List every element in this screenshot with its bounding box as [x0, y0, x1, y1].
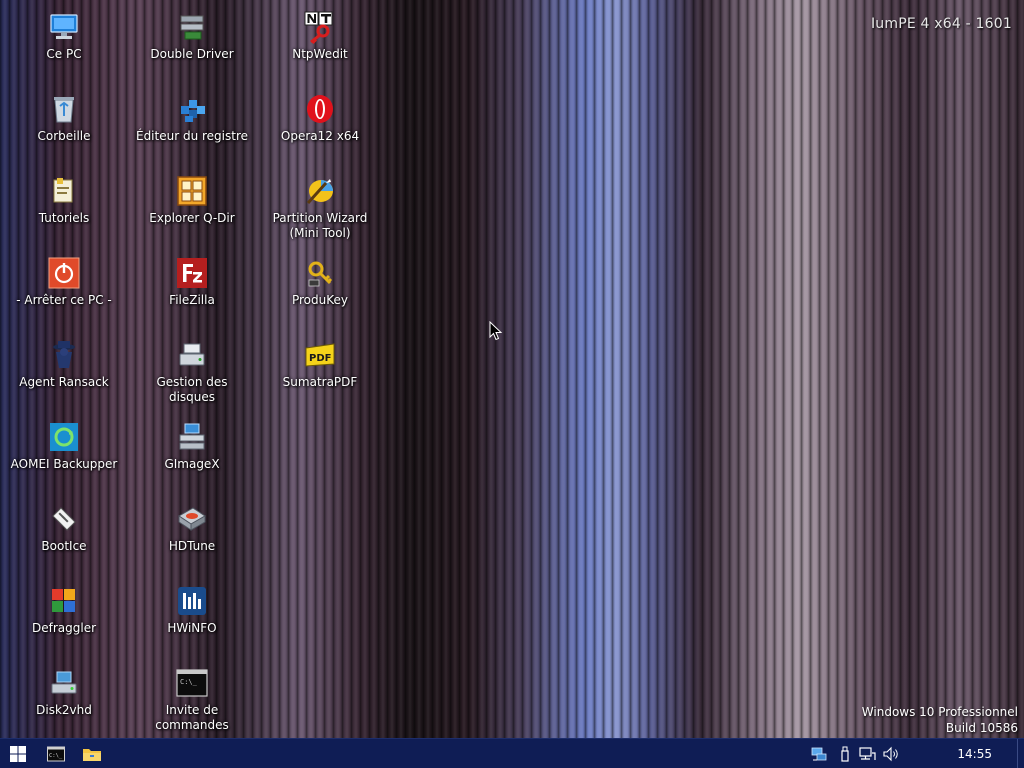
agent-ransack-icon	[53, 341, 75, 368]
produkey-icon	[308, 261, 333, 287]
desktop-icon-sumatrapdf[interactable]: PDF SumatraPDF	[258, 334, 382, 412]
gimagex-icon	[179, 423, 205, 450]
hdtune-icon	[178, 507, 206, 531]
power-icon	[48, 257, 80, 289]
desktop-icon-registry-editor[interactable]: Éditeur du registre	[130, 88, 254, 166]
network-share-icon[interactable]	[810, 745, 828, 763]
aomei-backupper-icon	[50, 423, 78, 451]
desktop-icon-label: AOMEI Backupper	[10, 457, 118, 471]
desktop-icon-gimagex[interactable]: GImageX	[130, 416, 254, 494]
cmd-icon: C:\_	[47, 746, 65, 762]
pe-version-watermark: IumPE 4 x64 - 1601	[870, 16, 1012, 32]
sumatrapdf-icon: PDF	[305, 343, 335, 367]
partition-wizard-icon	[306, 179, 333, 205]
svg-text:C:\_: C:\_	[49, 753, 63, 759]
desktop-icon-label: NtpWedit	[292, 47, 348, 61]
os-name-label: Windows 10 Professionnel	[861, 705, 1018, 719]
desktop-icon-label: Invite de commandes	[155, 703, 229, 732]
os-build-label: Build 10586	[945, 721, 1018, 735]
desktop-icon-label: Double Driver	[150, 47, 234, 61]
desktop-icon-explorer-q-dir[interactable]: Explorer Q-Dir	[130, 170, 254, 248]
computer-icon	[50, 14, 78, 39]
desktop-icon-bootice[interactable]: BootIce	[2, 498, 126, 576]
desktop-icon-gestion-disques[interactable]: Gestion des disques	[130, 334, 254, 412]
usb-icon[interactable]	[836, 745, 854, 763]
desktop-icon-label: Corbeille	[37, 129, 91, 143]
desktop-icon-label: SumatraPDF	[282, 375, 358, 389]
desktop-icon-label: FileZilla	[169, 293, 215, 307]
disk-management-icon	[179, 343, 205, 366]
desktop-icon-invite-commandes[interactable]: C:\_ Invite de commandes	[130, 662, 254, 740]
mouse-cursor-icon	[489, 321, 503, 341]
taskbar-command-prompt-button[interactable]: C:\_	[38, 739, 74, 768]
command-prompt-icon: C:\_	[176, 669, 208, 697]
desktop-icon-produkey[interactable]: ProduKey	[258, 252, 382, 330]
os-build-watermark: Windows 10 Professionnel Build 10586	[862, 704, 1018, 736]
hwinfo-icon	[178, 587, 206, 615]
double-driver-icon	[180, 15, 204, 40]
taskbar: C:\_ 14:55	[0, 738, 1024, 768]
disk2vhd-icon	[51, 671, 77, 694]
windows-start-icon	[10, 746, 26, 762]
speaker-icon[interactable]	[882, 745, 900, 763]
desktop-icon-label: HWiNFO	[167, 621, 217, 635]
desktop-icon-agent-ransack[interactable]: Agent Ransack	[2, 334, 126, 412]
desktop-icon-disk2vhd[interactable]: Disk2vhd	[2, 662, 126, 740]
desktop-icon-tutoriels[interactable]: Tutoriels	[2, 170, 126, 248]
registry-editor-icon	[181, 100, 205, 122]
desktop-icon-opera[interactable]: Opera12 x64	[258, 88, 382, 166]
desktop-icon-label: Defraggler	[31, 621, 97, 635]
desktop-icon-corbeille[interactable]: Corbeille	[2, 88, 126, 166]
desktop-icon-defraggler[interactable]: Defraggler	[2, 580, 126, 658]
desktop-icon-label: - Arrêter ce PC -	[16, 293, 112, 307]
desktop-icon-ntpwedit[interactable]: NtpWedit	[258, 6, 382, 84]
desktop-icon-partition-wizard[interactable]: Partition Wizard (Mini Tool)	[258, 170, 382, 248]
desktop-icon-ce-pc[interactable]: Ce PC	[2, 6, 126, 84]
desktop-icon-filezilla[interactable]: FileZilla	[130, 252, 254, 330]
desktop-icon-hdtune[interactable]: HDTune	[130, 498, 254, 576]
desktop-icon-label: GImageX	[164, 457, 220, 471]
defraggler-icon	[52, 589, 75, 612]
ntpwedit-icon	[304, 11, 333, 44]
desktop-icon-label: Tutoriels	[38, 211, 90, 225]
desktop-icon-label: ProduKey	[291, 293, 348, 307]
filezilla-icon	[177, 258, 207, 288]
svg-text:PDF: PDF	[309, 353, 331, 364]
network-icon[interactable]	[858, 745, 876, 763]
desktop-icon-label: Partition Wizard (Mini Tool)	[272, 211, 368, 240]
show-desktop-button[interactable]	[1017, 739, 1024, 768]
tutorials-folder-icon	[53, 178, 73, 203]
desktop-icon-label: Ce PC	[46, 47, 82, 61]
desktop-icon-label: Opera12 x64	[280, 129, 360, 143]
desktop-icon-label: Agent Ransack	[19, 375, 109, 389]
desktop-icon-label: Explorer Q-Dir	[149, 211, 235, 225]
start-button[interactable]	[0, 739, 36, 768]
desktop-icon-label: Gestion des disques	[156, 375, 228, 404]
svg-text:C:\_: C:\_	[180, 678, 198, 686]
desktop-icon-aomei-backupper[interactable]: AOMEI Backupper	[2, 416, 126, 494]
desktop-icon-label: Éditeur du registre	[135, 129, 249, 143]
taskbar-file-explorer-button[interactable]	[74, 739, 110, 768]
desktop-icon-double-driver[interactable]: Double Driver	[130, 6, 254, 84]
desktop-icon-label: BootIce	[41, 539, 87, 553]
q-dir-icon	[177, 176, 207, 206]
recycle-bin-icon	[54, 97, 74, 123]
desktop-icon-hwinfo[interactable]: HWiNFO	[130, 580, 254, 658]
desktop-icon-arreter-pc[interactable]: - Arrêter ce PC -	[2, 252, 126, 330]
taskbar-clock[interactable]: 14:55	[957, 739, 992, 768]
desktop-icon-label: HDTune	[168, 539, 216, 553]
opera-icon	[307, 95, 333, 123]
desktop-icon-label: Disk2vhd	[36, 703, 92, 717]
folder-icon	[83, 749, 101, 761]
bootice-icon	[52, 507, 76, 531]
